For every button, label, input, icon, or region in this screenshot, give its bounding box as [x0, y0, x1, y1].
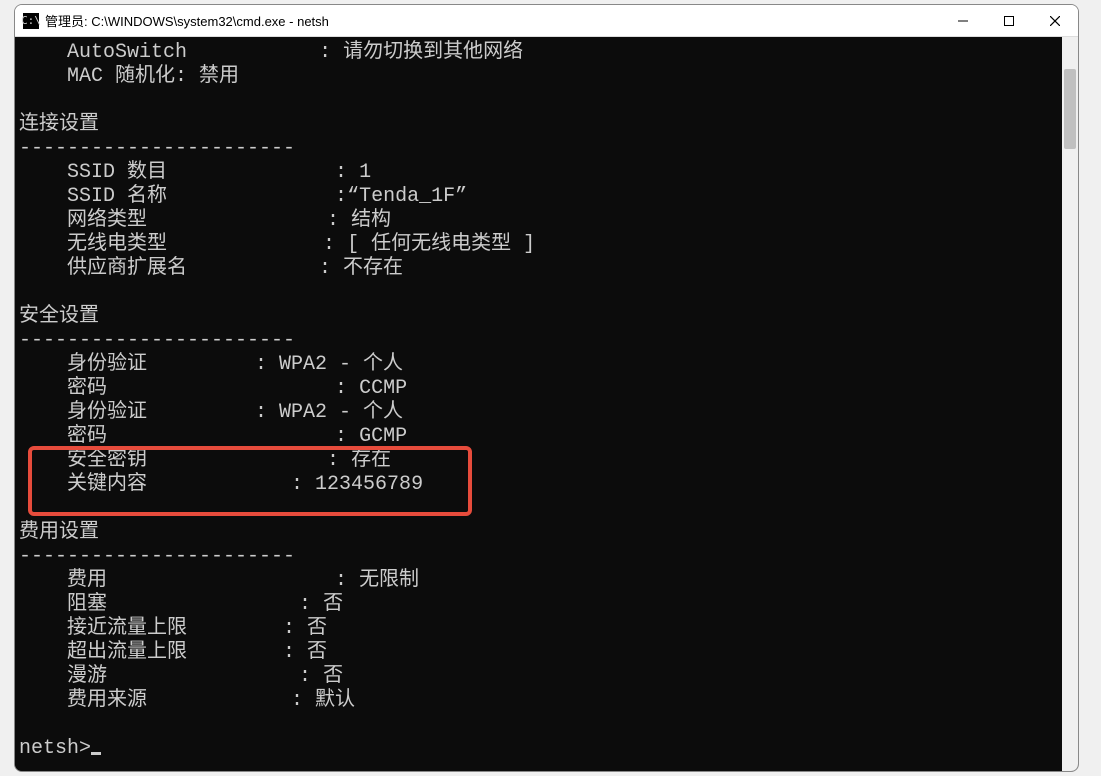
section-divider: -----------------------: [19, 329, 295, 352]
output-line: 费用 : 无限制: [19, 569, 419, 592]
output-line: MAC 随机化: 禁用: [19, 65, 239, 88]
section-title-sec: 安全设置: [19, 305, 99, 328]
output-line: 网络类型 : 结构: [19, 209, 391, 232]
output-line: 超出流量上限 : 否: [19, 641, 327, 664]
netsh-prompt[interactable]: netsh>: [19, 737, 101, 760]
scrollbar[interactable]: [1062, 37, 1078, 771]
output-line: 费用来源 : 默认: [19, 689, 355, 712]
output-line: AutoSwitch : 请勿切换到其他网络: [19, 41, 523, 64]
section-divider: -----------------------: [19, 545, 295, 568]
output-line: 密码 : GCMP: [19, 425, 407, 448]
terminal-output[interactable]: AutoSwitch : 请勿切换到其他网络 MAC 随机化: 禁用 连接设置 …: [15, 37, 1062, 771]
scrollbar-thumb[interactable]: [1064, 69, 1076, 149]
maximize-button[interactable]: [986, 5, 1032, 36]
section-divider: -----------------------: [19, 137, 295, 160]
output-line: 密码 : CCMP: [19, 377, 407, 400]
cmd-icon: C:\: [23, 13, 39, 29]
cursor-icon: [91, 752, 101, 755]
section-title-cost: 费用设置: [19, 521, 99, 544]
output-line: 无线电类型 : [ 任何无线电类型 ]: [19, 233, 535, 256]
output-line: 供应商扩展名 : 不存在: [19, 257, 403, 280]
output-line: 接近流量上限 : 否: [19, 617, 327, 640]
terminal-area: AutoSwitch : 请勿切换到其他网络 MAC 随机化: 禁用 连接设置 …: [15, 37, 1078, 771]
close-button[interactable]: [1032, 5, 1078, 36]
output-line: 关键内容 : 123456789: [19, 473, 423, 496]
output-line: 安全密钥 : 存在: [19, 449, 391, 472]
window-controls: [940, 5, 1078, 36]
output-line: 阻塞 : 否: [19, 593, 343, 616]
output-line: 身份验证 : WPA2 - 个人: [19, 353, 403, 376]
window-title: 管理员: C:\WINDOWS\system32\cmd.exe - netsh: [45, 11, 940, 30]
titlebar[interactable]: C:\ 管理员: C:\WINDOWS\system32\cmd.exe - n…: [15, 5, 1078, 37]
cmd-window: C:\ 管理员: C:\WINDOWS\system32\cmd.exe - n…: [14, 4, 1079, 772]
output-line: 漫游 : 否: [19, 665, 343, 688]
section-title-conn: 连接设置: [19, 113, 99, 136]
output-line: 身份验证 : WPA2 - 个人: [19, 401, 403, 424]
output-line: SSID 名称 :“Tenda_1F”: [19, 185, 467, 208]
minimize-button[interactable]: [940, 5, 986, 36]
output-line: SSID 数目 : 1: [19, 161, 371, 184]
